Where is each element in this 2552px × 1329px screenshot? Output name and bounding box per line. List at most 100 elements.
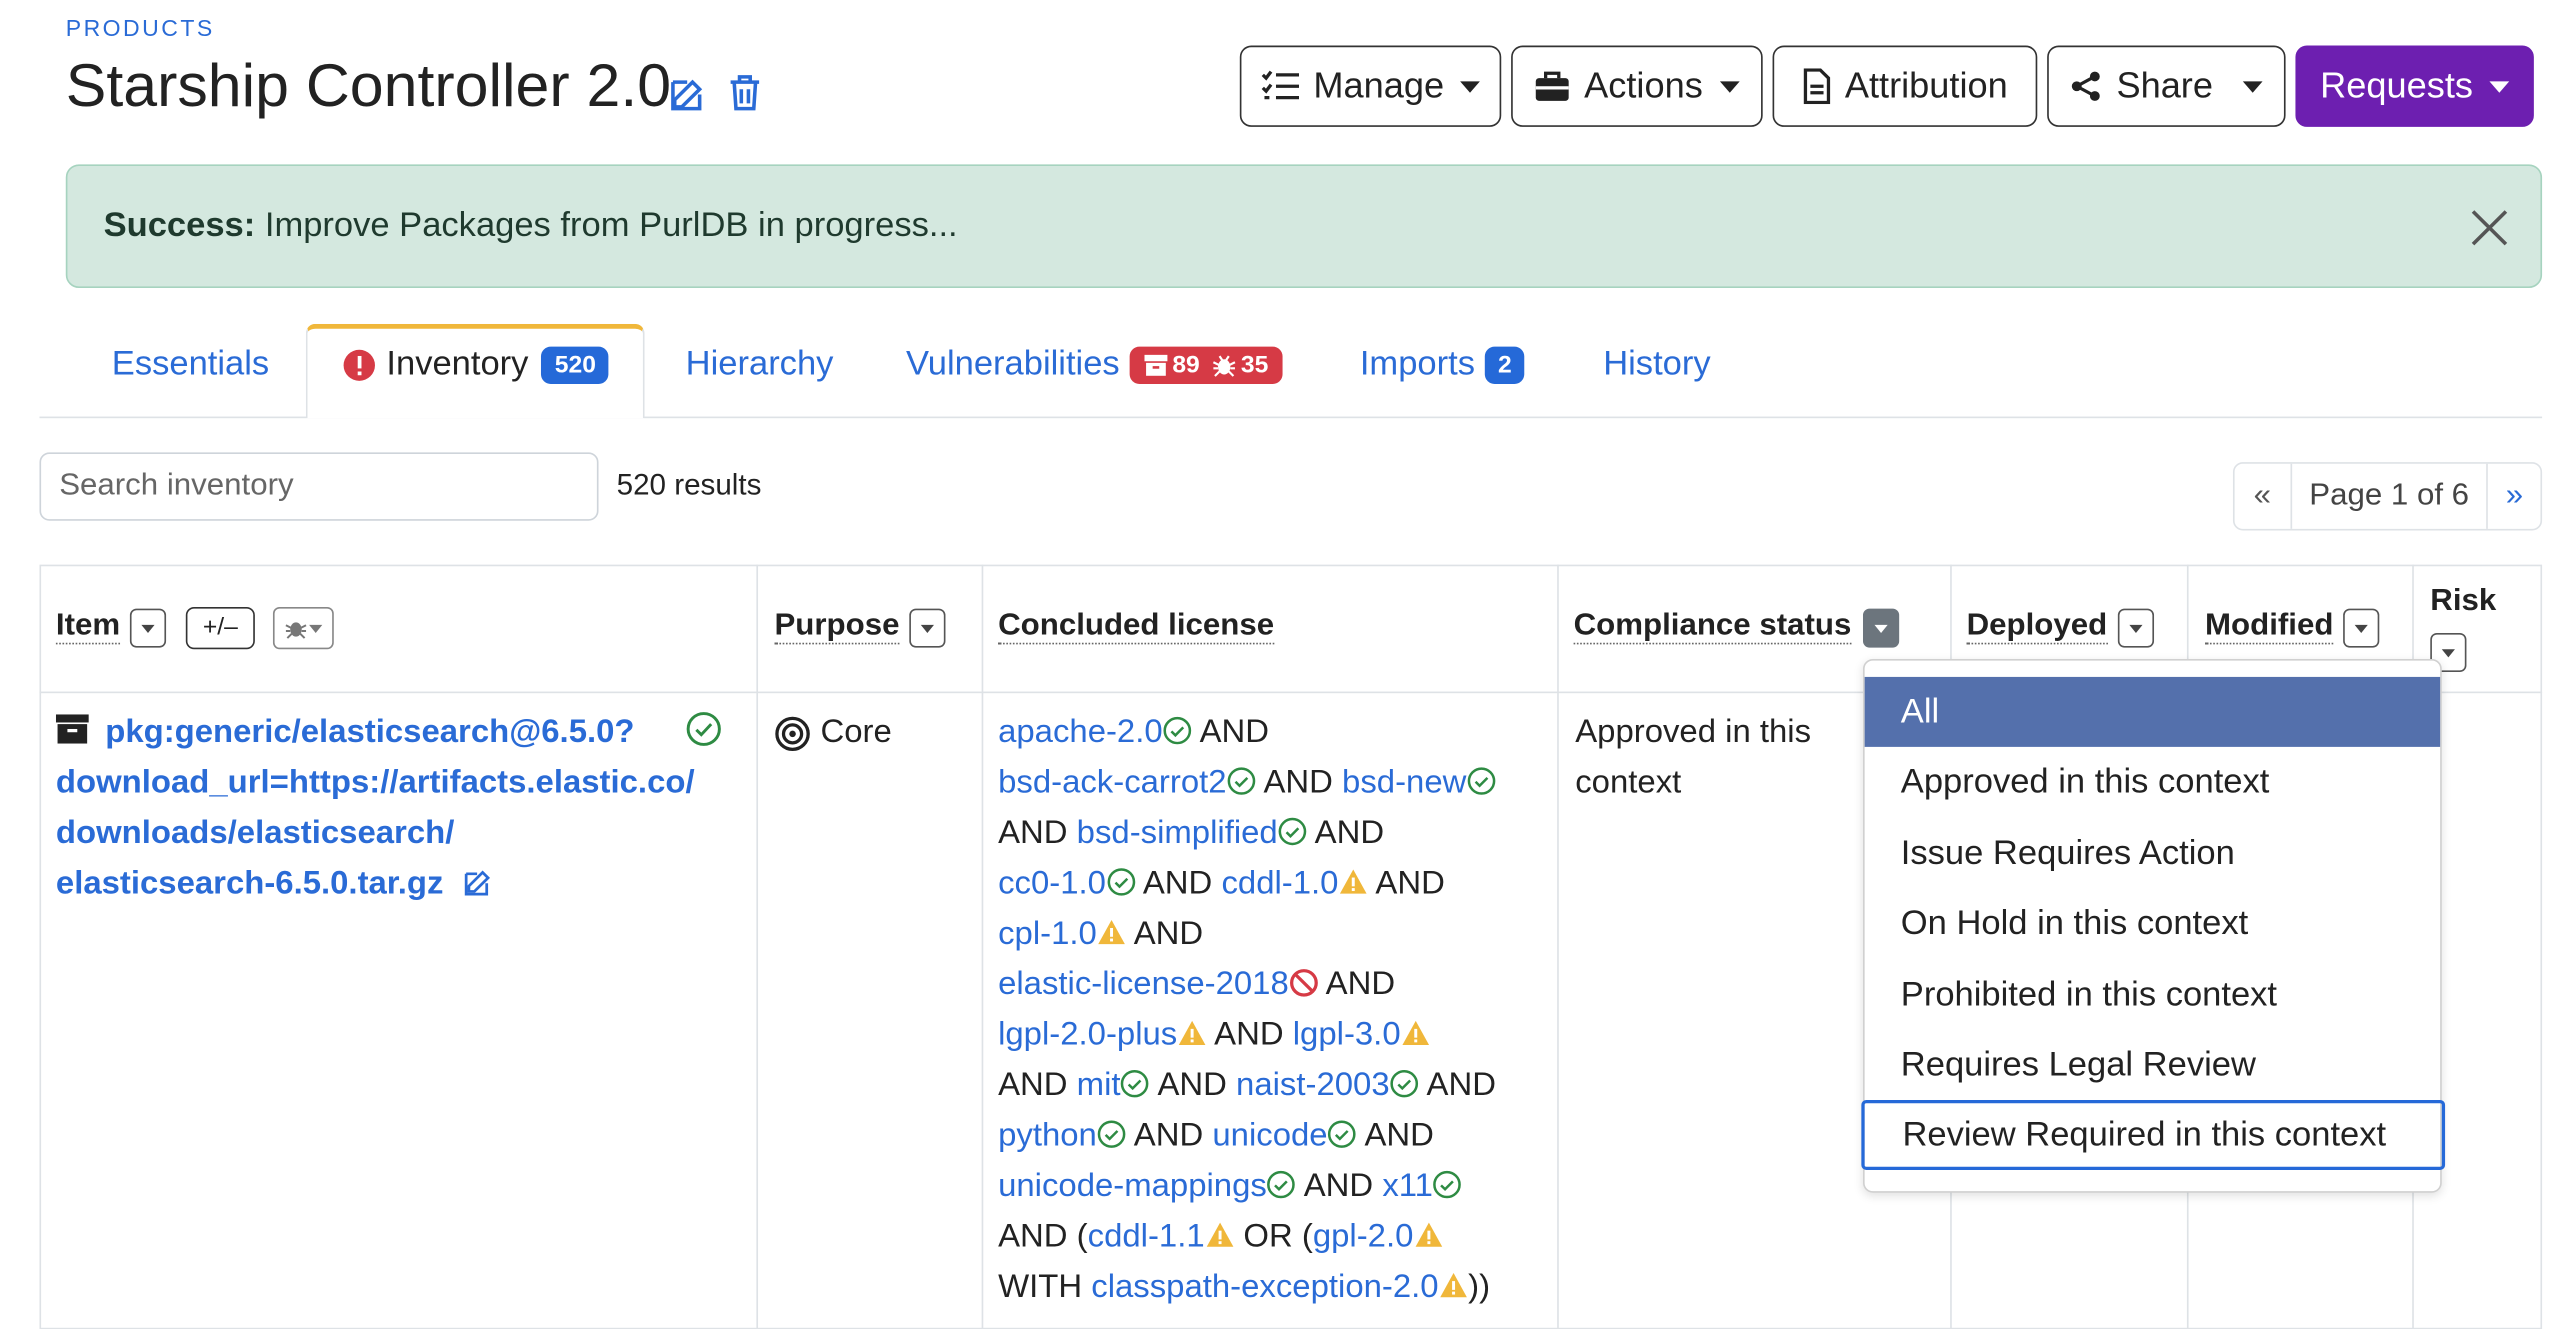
trash-icon[interactable]	[723, 72, 766, 114]
next-page-button[interactable]: »	[2488, 464, 2540, 529]
license-link[interactable]: unicode	[1212, 1118, 1327, 1154]
license-link[interactable]: bsd-simplified	[1077, 815, 1278, 851]
breadcrumb[interactable]: PRODUCTS	[66, 15, 215, 41]
close-icon[interactable]	[2470, 208, 2509, 247]
page-indicator: Page 1 of 6	[2292, 463, 2489, 529]
license-link[interactable]: unicode-mappings	[998, 1168, 1267, 1204]
license-link[interactable]: python	[998, 1118, 1097, 1154]
prev-page-button[interactable]: «	[2235, 463, 2292, 529]
expand-toggle-button[interactable]: +/–	[185, 606, 255, 650]
tab-inventory[interactable]: Inventory 520	[342, 344, 610, 384]
package-link[interactable]: download_url=https://artifacts.elastic.c…	[56, 758, 747, 808]
license-link[interactable]: cddl-1.0	[1221, 866, 1338, 902]
deployed-filter-button[interactable]	[2117, 608, 2155, 648]
tab-imports[interactable]: Imports 2	[1360, 345, 1525, 384]
compliance-value: context	[1575, 764, 1682, 801]
column-header-risk: Risk	[2430, 584, 2496, 620]
license-link[interactable]: lgpl-2.0-plus	[998, 1017, 1177, 1053]
license-link[interactable]: lgpl-3.0	[1293, 1017, 1401, 1053]
share-button[interactable]: Share	[2047, 45, 2286, 127]
tab-inventory-label: Inventory	[386, 344, 529, 383]
search-input[interactable]	[39, 452, 599, 521]
license-operator: AND	[1199, 714, 1270, 751]
column-header-purpose: Purpose	[774, 608, 900, 645]
dropdown-option[interactable]: Prohibited in this context	[1865, 960, 2442, 1030]
share-label: Share	[2116, 65, 2213, 106]
license-link[interactable]: gpl-2.0	[1313, 1219, 1414, 1255]
manage-button[interactable]: Manage	[1239, 45, 1502, 127]
license-link[interactable]: cddl-1.1	[1088, 1219, 1205, 1255]
column-header-license-label[interactable]: Concluded license	[998, 608, 1275, 645]
tab-vulnerabilities[interactable]: Vulnerabilities 89 35	[906, 344, 1284, 384]
column-header-purpose-label[interactable]: Purpose	[774, 608, 900, 645]
dropdown-option-focused[interactable]: Review Required in this context	[1861, 1099, 2446, 1170]
check-circle-icon	[1227, 767, 1256, 795]
attribution-label: Attribution	[1844, 65, 2008, 106]
column-header-deployed: Deployed	[1966, 608, 2107, 645]
license-link[interactable]: apache-2.0	[998, 714, 1163, 750]
license-operator: AND	[1142, 865, 1213, 902]
check-circle-icon	[1390, 1070, 1419, 1098]
license-operator: AND	[1133, 1117, 1204, 1154]
manage-label: Manage	[1313, 65, 1445, 106]
warning-icon	[1414, 1222, 1442, 1247]
archive-icon	[55, 714, 89, 744]
attribution-button[interactable]: Attribution	[1772, 45, 2038, 127]
actions-button[interactable]: Actions	[1511, 45, 1763, 127]
edit-icon[interactable]	[462, 866, 495, 899]
requests-button[interactable]: Requests	[2295, 45, 2534, 127]
license-operator: AND	[1364, 1117, 1434, 1154]
dropdown-option[interactable]: On Hold in this context	[1865, 888, 2442, 958]
column-header-risk-label[interactable]: Risk	[2430, 584, 2496, 618]
column-header-deployed-label[interactable]: Deployed	[1966, 608, 2107, 645]
column-divider	[756, 564, 759, 1329]
license-operator: AND	[998, 1218, 1068, 1255]
alert-circle-icon	[343, 348, 375, 381]
alert-message: Improve Packages from PurlDB in progress…	[255, 206, 958, 245]
license-operator: AND	[998, 815, 1068, 852]
item-filter-button[interactable]	[129, 608, 167, 648]
license-operator: WITH	[998, 1269, 1083, 1306]
license-operator: AND	[1133, 916, 1204, 952]
purpose-filter-button[interactable]	[909, 608, 946, 648]
dropdown-option[interactable]: Requires Legal Review	[1865, 1030, 2442, 1100]
alert-text: Success: Improve Packages from PurlDB in…	[104, 207, 958, 246]
edit-icon[interactable]	[668, 72, 711, 114]
license-operator: AND	[1325, 966, 1396, 1003]
toolbox-icon	[1536, 71, 1570, 101]
license-operator: AND	[1375, 865, 1445, 902]
license-link[interactable]: classpath-exception-2.0	[1091, 1269, 1438, 1305]
archive-icon	[1144, 353, 1168, 376]
license-link[interactable]: x11	[1382, 1168, 1433, 1204]
results-count: 520 results	[616, 468, 762, 502]
tab-hierarchy[interactable]: Hierarchy	[686, 345, 834, 384]
license-link[interactable]: bsd-new	[1342, 765, 1466, 801]
dropdown-option[interactable]: Issue Requires Action	[1865, 818, 2442, 888]
column-divider	[1557, 564, 1559, 1329]
license-link[interactable]: elastic-license-2018	[998, 967, 1289, 1003]
column-header-item-label[interactable]: Item	[55, 608, 120, 645]
package-link[interactable]: downloads/elasticsearch/	[56, 809, 747, 859]
success-alert: Success: Improve Packages from PurlDB in…	[65, 164, 2543, 289]
column-header-compliance-label[interactable]: Compliance status	[1573, 608, 1852, 645]
package-link[interactable]: pkg:generic/elasticsearch@6.5.0?	[105, 714, 634, 750]
bug-icon	[285, 622, 307, 639]
compliance-filter-button[interactable]	[1862, 608, 1900, 648]
alert-strong: Success:	[103, 206, 256, 245]
tab-vulnerabilities-label: Vulnerabilities	[906, 344, 1120, 383]
license-link[interactable]: naist-2003	[1236, 1067, 1390, 1103]
package-link[interactable]: elasticsearch-6.5.0.tar.gz	[56, 866, 444, 902]
modified-filter-button[interactable]	[2343, 608, 2380, 648]
check-circle-icon	[1163, 716, 1192, 745]
license-link[interactable]: cpl-1.0	[998, 916, 1097, 952]
share-icon	[2072, 71, 2101, 101]
license-link[interactable]: cc0-1.0	[998, 866, 1106, 902]
column-header-modified-label[interactable]: Modified	[2205, 608, 2334, 645]
tab-history[interactable]: History	[1603, 345, 1710, 384]
license-link[interactable]: bsd-ack-carrot2	[998, 765, 1226, 801]
dropdown-option[interactable]: Approved in this context	[1865, 747, 2442, 817]
license-link[interactable]: mit	[1077, 1067, 1121, 1103]
vulnerability-filter-button[interactable]	[272, 606, 334, 650]
tab-essentials[interactable]: Essentials	[112, 345, 269, 384]
dropdown-option-all[interactable]: All	[1864, 676, 2441, 747]
